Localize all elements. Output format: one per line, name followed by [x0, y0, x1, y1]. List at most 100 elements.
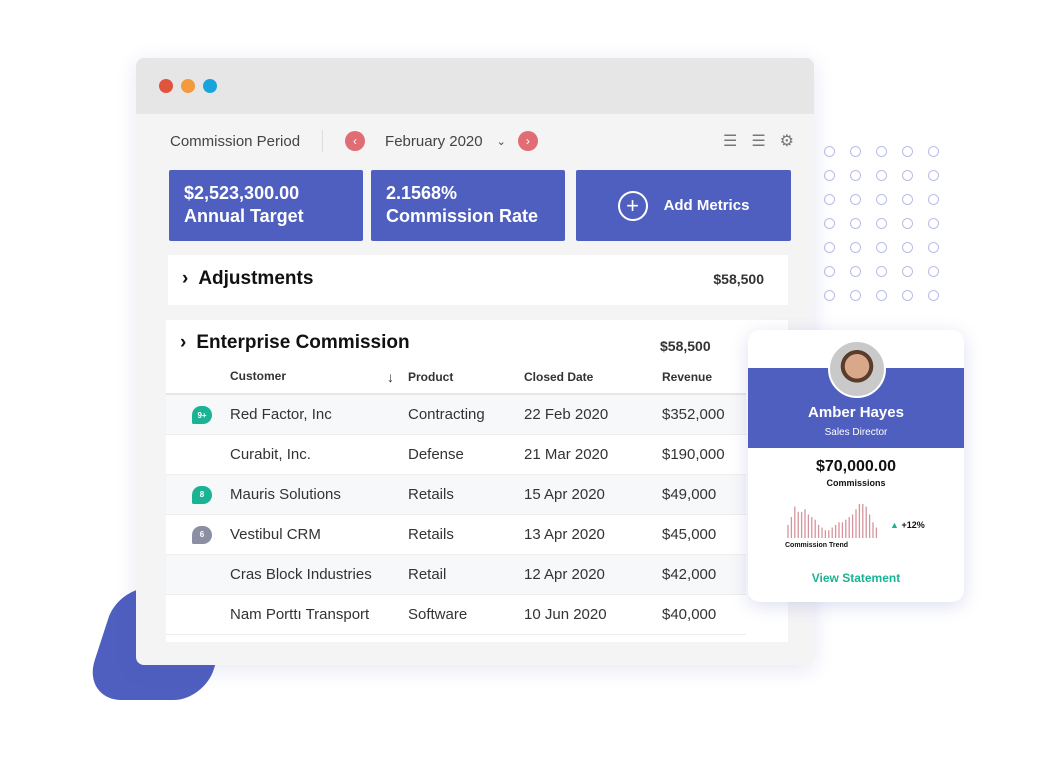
dot [902, 218, 913, 229]
cell-product: Software [408, 594, 524, 635]
dot [876, 194, 887, 205]
adjustments-panel[interactable]: › Adjustments $58,500 [168, 255, 788, 305]
cell-revenue: $45,000 [662, 514, 746, 555]
dot [902, 194, 913, 205]
cell-product: Retails [408, 474, 524, 515]
table-row[interactable]: Curabit, Inc. Defense 21 Mar 2020 $190,000 [166, 434, 746, 475]
cell-customer: Mauris Solutions [230, 474, 408, 515]
cell-revenue: $42,000 [662, 554, 746, 595]
column-header-revenue[interactable]: Revenue [662, 360, 746, 395]
commission-amount-label: Commissions [826, 478, 886, 488]
sort-list-icon[interactable]: ☰ [723, 131, 737, 151]
column-header-closed-date[interactable]: Closed Date [524, 360, 662, 395]
close-window-button[interactable] [159, 79, 173, 93]
cell-customer: Red Factor, Inc [230, 394, 408, 435]
dot [824, 194, 835, 205]
metric-value: $2,523,300.00 [184, 183, 300, 203]
metric-card-commission-rate[interactable]: 2.1568% Commission Rate [371, 170, 565, 241]
view-statement-link[interactable]: View Statement [748, 571, 964, 585]
dot [824, 266, 835, 277]
period-header: Commission Period ‹ February 2020 ⌄ › ☰ … [170, 130, 794, 152]
profile-name: Amber Hayes [808, 404, 904, 421]
add-metrics-label: Add Metrics [663, 197, 750, 214]
metric-card-annual-target[interactable]: $2,523,300.00 Annual Target [169, 170, 363, 241]
dot [850, 242, 861, 253]
chevron-right-icon[interactable]: › [180, 332, 186, 354]
table-row[interactable]: 8 Mauris Solutions Retails 15 Apr 2020 $49,0… [166, 474, 746, 515]
cell-closed-date: 21 Mar 2020 [524, 434, 662, 475]
cell-product: Retail [408, 554, 524, 595]
dot [902, 170, 913, 181]
app-window: Commission Period ‹ February 2020 ⌄ › ☰ … [136, 58, 814, 665]
metric-label: Commission Rate [386, 206, 539, 226]
dot [902, 242, 913, 253]
dot [928, 194, 939, 205]
cell-closed-date: 12 Apr 2020 [524, 554, 662, 595]
sort-order-icon[interactable]: ☰ [751, 131, 765, 151]
metric-value: 2.1568% [386, 183, 458, 203]
dot [850, 266, 861, 277]
cell-revenue: $40,000 [662, 594, 746, 635]
dot [824, 170, 835, 181]
adjustments-amount: $58,500 [713, 271, 764, 287]
commission-amount: $70,000.00 [815, 458, 897, 475]
cell-closed-date: 15 Apr 2020 [524, 474, 662, 515]
cell-closed-date: 13 Apr 2020 [524, 514, 662, 555]
dot [876, 146, 887, 157]
gear-icon[interactable]: ⚙ [780, 131, 794, 151]
dot [902, 146, 913, 157]
table-row[interactable]: Cras Block Industries Retail 12 Apr 2020 $4… [166, 554, 746, 595]
next-period-button[interactable]: › [517, 131, 538, 151]
table-row[interactable]: Nam Porttı Transport Software 10 Jun 2020 $… [166, 594, 746, 635]
cell-customer: Cras Block Industries [230, 554, 408, 595]
maximize-window-button[interactable] [203, 79, 217, 93]
cell-customer: Vestibul CRM [230, 514, 408, 555]
commission-table: Customer ↓ Product Closed Date Revenue 9+… [166, 360, 746, 635]
cell-closed-date: 22 Feb 2020 [524, 394, 662, 435]
sort-down-icon[interactable]: ↓ [387, 369, 394, 385]
comment-badge-icon[interactable]: 6 [192, 525, 212, 544]
cell-product: Contracting [408, 394, 524, 435]
plus-circle-icon: + [617, 190, 648, 221]
avatar [828, 340, 886, 398]
add-metrics-button[interactable]: + Add Metrics [576, 170, 791, 241]
adjustments-title: Adjustments [198, 268, 314, 289]
chevron-down-icon[interactable]: ⌄ [497, 135, 506, 148]
minimize-window-button[interactable] [181, 79, 195, 93]
divider [322, 130, 324, 152]
prev-period-button[interactable]: ‹ [345, 131, 366, 151]
column-header-customer[interactable]: Customer ↓ [230, 360, 408, 395]
cell-customer: Curabit, Inc. [230, 434, 408, 475]
profile-role: Sales Director [824, 427, 888, 438]
dot [928, 170, 939, 181]
period-select[interactable]: February 2020 [385, 133, 483, 150]
dot [824, 146, 835, 157]
trend-value: +12% [901, 520, 925, 530]
dot [876, 290, 887, 301]
commission-period-label: Commission Period [170, 132, 301, 150]
dot [850, 170, 861, 181]
enterprise-amount: $58,500 [660, 338, 711, 354]
comment-badge-icon[interactable]: 9+ [192, 406, 212, 424]
cell-product: Retails [408, 514, 524, 555]
dot [928, 218, 939, 229]
cell-revenue: $352,000 [662, 394, 746, 435]
comment-badge-icon[interactable]: 8 [192, 485, 212, 504]
table-row[interactable]: 6 Vestibul CRM Retails 13 Apr 2020 $45,000 [166, 514, 746, 555]
dot [928, 266, 939, 277]
table-row[interactable]: 9+ Red Factor, Inc Contracting 22 Feb 2020 $… [166, 394, 746, 435]
profile-card: Amber Hayes Sales Director $70,000.00 Co… [748, 330, 964, 602]
chevron-right-icon[interactable]: › [182, 268, 188, 290]
dot [850, 290, 861, 301]
dot [876, 170, 887, 181]
column-header-product[interactable]: Product [408, 360, 524, 395]
dot [850, 194, 861, 205]
enterprise-title: Enterprise Commission [196, 332, 410, 353]
cell-revenue: $190,000 [662, 434, 746, 475]
title-bar [136, 58, 814, 114]
dot [928, 146, 939, 157]
enterprise-commission-panel: › Enterprise Commission $58,500 Customer ↓… [166, 320, 788, 642]
dot [876, 266, 887, 277]
dot [876, 218, 887, 229]
dot [902, 266, 913, 277]
